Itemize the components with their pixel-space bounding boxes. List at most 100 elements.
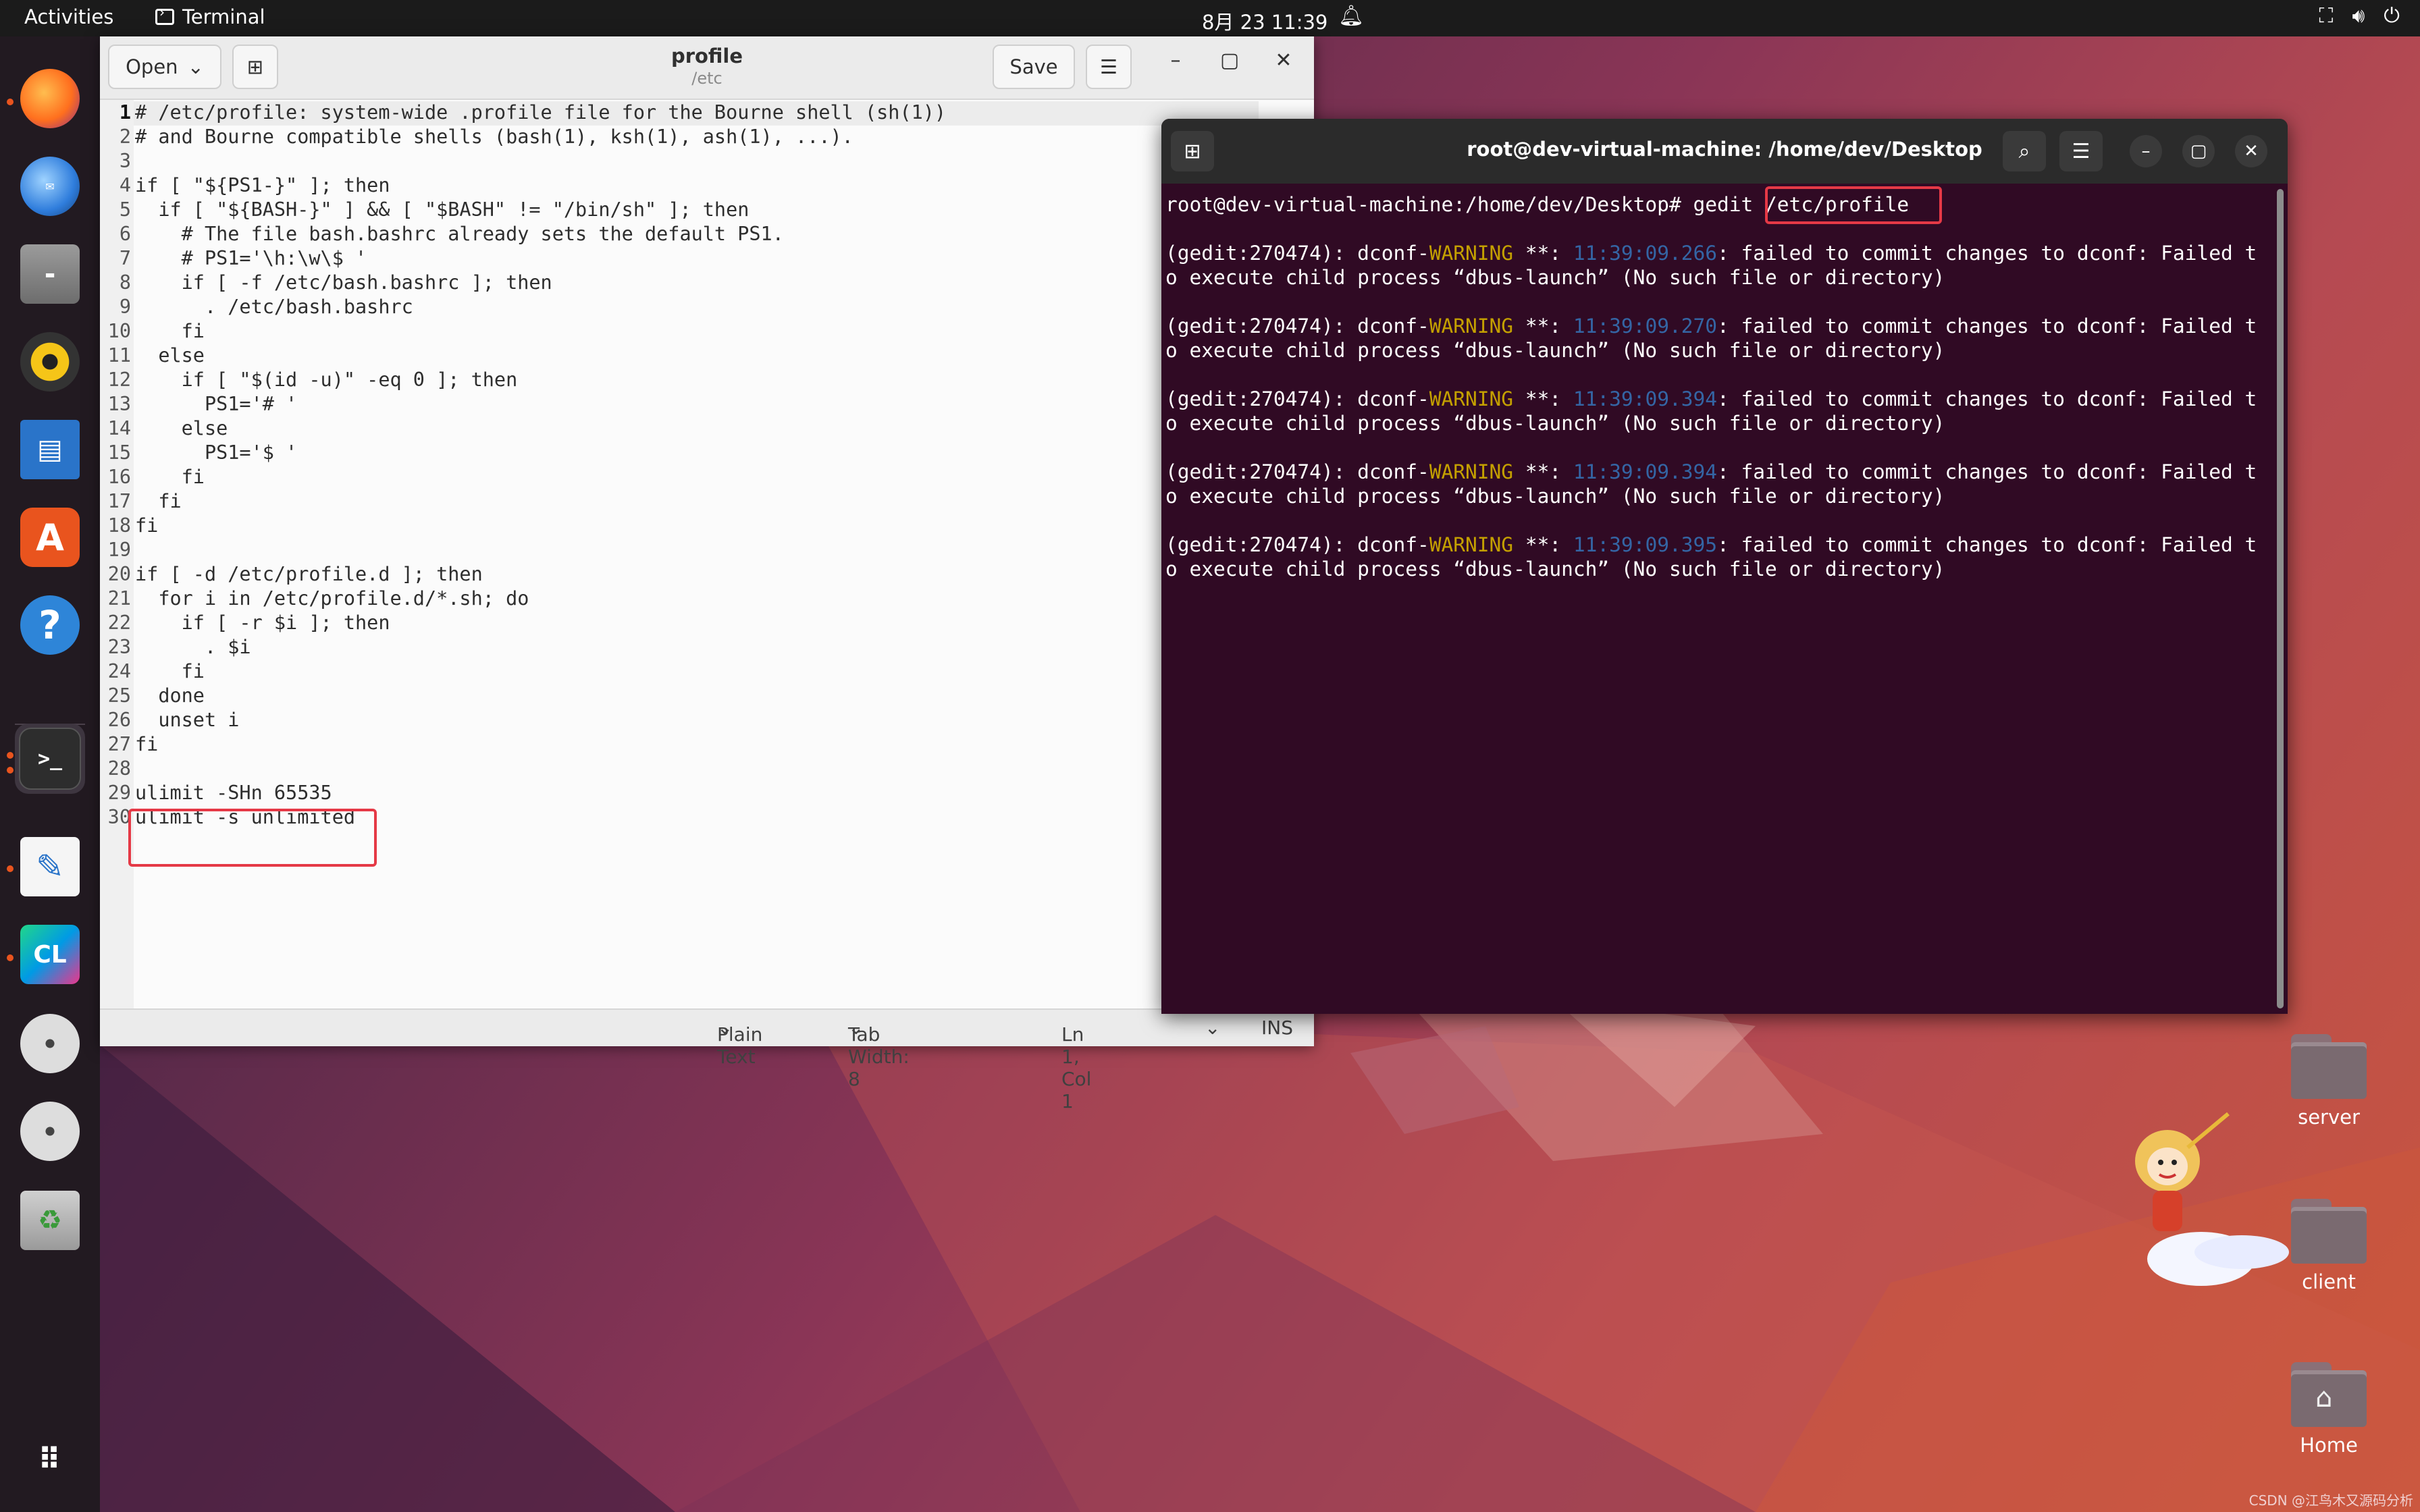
dock-app-center[interactable]: A [15,502,85,572]
dock-clion[interactable]: CL [15,919,85,990]
terminal-headerbar: ⊞ root@dev-virtual-machine: /home/dev/De… [1161,119,2288,184]
prompt: root@dev-virtual-machine:/home/dev/Deskt… [1165,193,1766,216]
language-selector[interactable]: Plain Text ⌄ [717,1017,762,1068]
hamburger-menu-button[interactable]: ☰ [2059,131,2103,171]
warning-continuation: o execute child process “dbus-launch” (N… [1165,412,1945,435]
terminal-title: root@dev-virtual-machine: /home/dev/Desk… [1467,138,1982,161]
line-number: 11 [107,344,131,367]
grid-icon: ⠿ [37,1442,63,1477]
warning-mid: **: [1513,533,1573,556]
notification-bell-icon[interactable]: 🔔︎ [1338,4,1364,28]
warning-line: (gedit:270474): dconf-WARNING **: 11:39:… [1165,315,2257,338]
line-number: 25 [107,684,131,707]
window-title: profile [670,45,743,68]
dock-thunderbird[interactable]: ✉ [15,151,85,221]
search-button[interactable]: ⌕ [2003,131,2046,171]
insert-mode[interactable]: INS [1261,1017,1293,1039]
tab-width-selector[interactable]: Tab Width: 8 ⌄ [848,1017,910,1090]
line-text: PS1='# ' [135,393,298,415]
desktop-icon-label: Home [2300,1434,2358,1457]
dock-rhythmbox[interactable] [15,327,85,397]
hamburger-menu-button[interactable]: ☰ [1086,45,1132,89]
tab-width-label: Tab Width: 8 [848,1023,910,1090]
line-text: if [ "${PS1-}" ]; then [135,174,390,196]
dock-text-editor[interactable]: ✎ [15,832,85,902]
firefox-icon [20,69,80,128]
line-number: 28 [107,757,131,780]
line-number: 24 [107,660,131,682]
text-editor-area[interactable]: 1 # /etc/profile: system-wide .profile fi… [100,100,1314,1008]
warning-msg: : failed to commit changes to dconf: Fai… [1717,460,2257,483]
app-menu[interactable]: Terminal [155,4,265,28]
save-button[interactable]: Save [993,45,1075,89]
dock-help[interactable]: ? [15,590,85,660]
app-center-icon: A [20,508,80,567]
clock[interactable]: 8月 23 11:39 [1202,7,1327,35]
line-number: 3 [119,150,131,172]
maximize-icon[interactable]: ▢ [2182,135,2215,167]
warning-level: WARNING [1429,315,1514,338]
folder-icon [2291,1034,2367,1099]
minimize-icon[interactable]: – [1159,49,1192,72]
line-text: # /etc/profile: system-wide .profile fil… [135,101,947,124]
scrollbar[interactable] [2277,189,2284,1008]
maximize-icon[interactable]: ▢ [1213,49,1246,72]
line-number: 21 [107,587,131,610]
dock-terminal[interactable]: >_ [15,724,85,794]
line-text: fi [135,466,205,488]
line-number: 30 [107,806,131,828]
line-text: else [135,344,205,367]
warning-line: (gedit:270474): dconf-WARNING **: 11:39:… [1165,387,2257,410]
trash-icon: ♻ [20,1191,80,1250]
line-number: 8 [119,271,131,294]
warning-level: WARNING [1429,460,1514,483]
desktop-pet-mascot[interactable] [2127,1107,2303,1296]
activities-button[interactable]: Activities [24,5,113,28]
document-icon: ▤ [20,420,80,479]
dock-firefox[interactable] [15,63,85,134]
gedit-headerbar: Open ⌄ ⊞ profile /etc Save ☰ – ▢ ✕ [100,36,1314,100]
warning-level: WARNING [1429,387,1514,410]
dock-trash[interactable]: ♻ [15,1185,85,1256]
line-number: 20 [107,563,131,585]
show-apps-button[interactable]: ⠿ [15,1424,85,1494]
running-indicator [7,99,14,105]
terminal-output[interactable]: root@dev-virtual-machine:/home/dev/Deskt… [1165,184,2273,1014]
window-subtitle: /etc [691,69,722,88]
language-label: Plain Text [717,1023,763,1068]
dock-dvd-1[interactable] [15,1008,85,1079]
warning-line: (gedit:270474): dconf-WARNING **: 11:39:… [1165,533,2257,556]
warning-continuation: o execute child process “dbus-launch” (N… [1165,266,1945,289]
highlight-box [128,809,377,867]
line-number: 14 [107,417,131,439]
close-icon[interactable]: ✕ [2235,135,2267,167]
dock-dvd-2[interactable] [15,1096,85,1166]
network-icon: ⛶ [2319,4,2334,28]
dock-writer[interactable]: ▤ [15,414,85,485]
warning-msg: : failed to commit changes to dconf: Fai… [1717,315,2257,338]
gedit-window: Open ⌄ ⊞ profile /etc Save ☰ – ▢ ✕ 1 # /e… [100,36,1314,1112]
chevron-down-icon[interactable]: ⌄ [1205,1017,1220,1039]
dock-files[interactable]: ▬ [15,239,85,309]
line-number: 7 [119,247,131,269]
top-bar: Activities Terminal 8月 23 11:39 🔔︎ ⛶ 🔊︎ … [0,0,2420,36]
close-icon[interactable]: ✕ [1267,49,1300,72]
minimize-icon[interactable]: – [2130,135,2162,167]
dock: ✉ ▬ ▤ A ? >_ ✎ CL ♻ ⠿ [0,36,100,1512]
warning-line: (gedit:270474): dconf-WARNING **: 11:39:… [1165,460,2257,483]
line-number: 19 [107,539,131,561]
warning-mid: **: [1513,315,1573,338]
line-number: 26 [107,709,131,731]
disc-icon [20,1102,80,1161]
highlight-box [1765,186,1942,224]
line-number: 6 [119,223,131,245]
system-tray[interactable]: ⛶ 🔊︎ ⏻ [2319,4,2400,28]
line-text: fi [135,660,205,682]
thunderbird-icon: ✉ [20,157,80,216]
line-number: 16 [107,466,131,488]
desktop-folder-home[interactable]: ⌂ Home [2278,1362,2379,1457]
line-text: for i in /etc/profile.d/*.sh; do [135,587,529,610]
terminal-icon [155,4,174,25]
line-number: 2 [119,126,131,148]
warning-msg: : failed to commit changes to dconf: Fai… [1717,242,2257,265]
